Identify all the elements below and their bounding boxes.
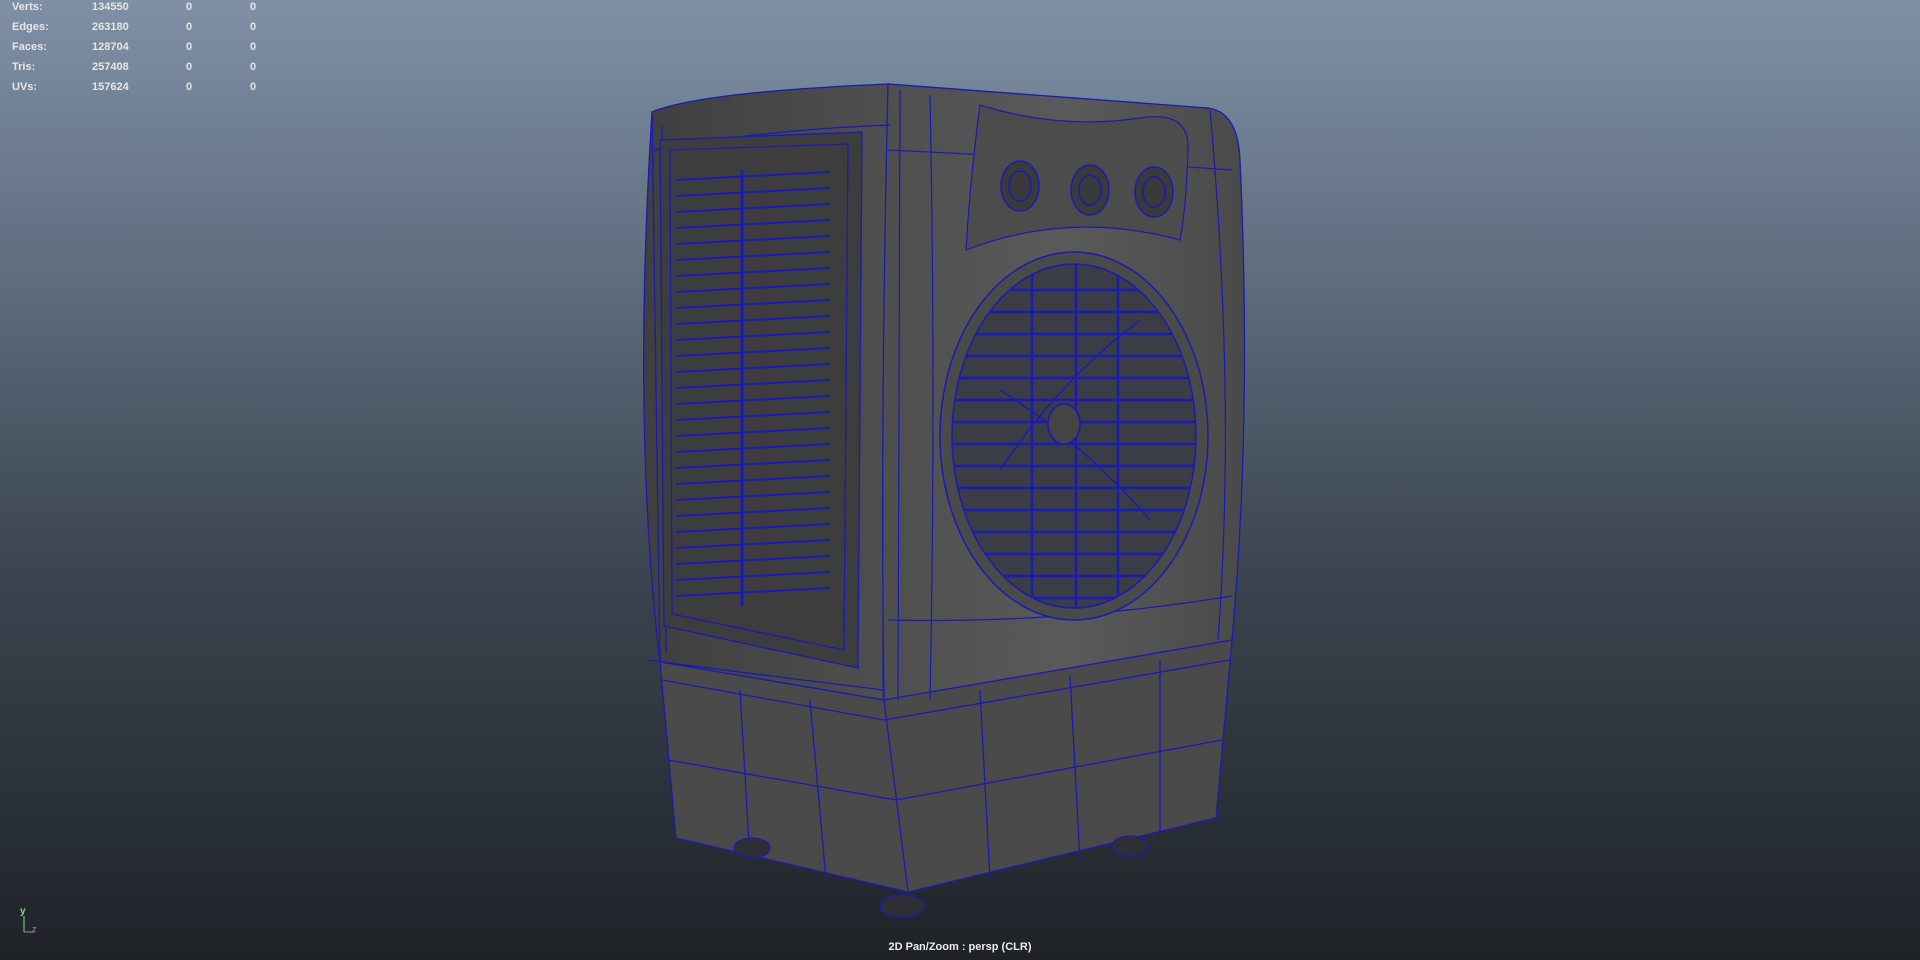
fan-grille <box>939 251 1209 621</box>
axis-orientation-indicator: y z <box>18 906 48 936</box>
viewport-3d-persp[interactable]: Verts: 134550 0 0 Edges: 263180 0 0 Face… <box>0 0 1920 960</box>
caster-wheel-left <box>733 837 771 859</box>
axis-y-label: y <box>20 906 26 917</box>
caster-wheel-front <box>879 894 925 918</box>
control-knobs <box>1000 160 1174 218</box>
axis-z-label: z <box>32 924 37 934</box>
viewport-status-text: 2D Pan/Zoom : persp (CLR) <box>888 941 1032 953</box>
air-cooler-wireframe-model[interactable] <box>0 0 1920 960</box>
caster-wheel-right <box>1111 835 1149 857</box>
